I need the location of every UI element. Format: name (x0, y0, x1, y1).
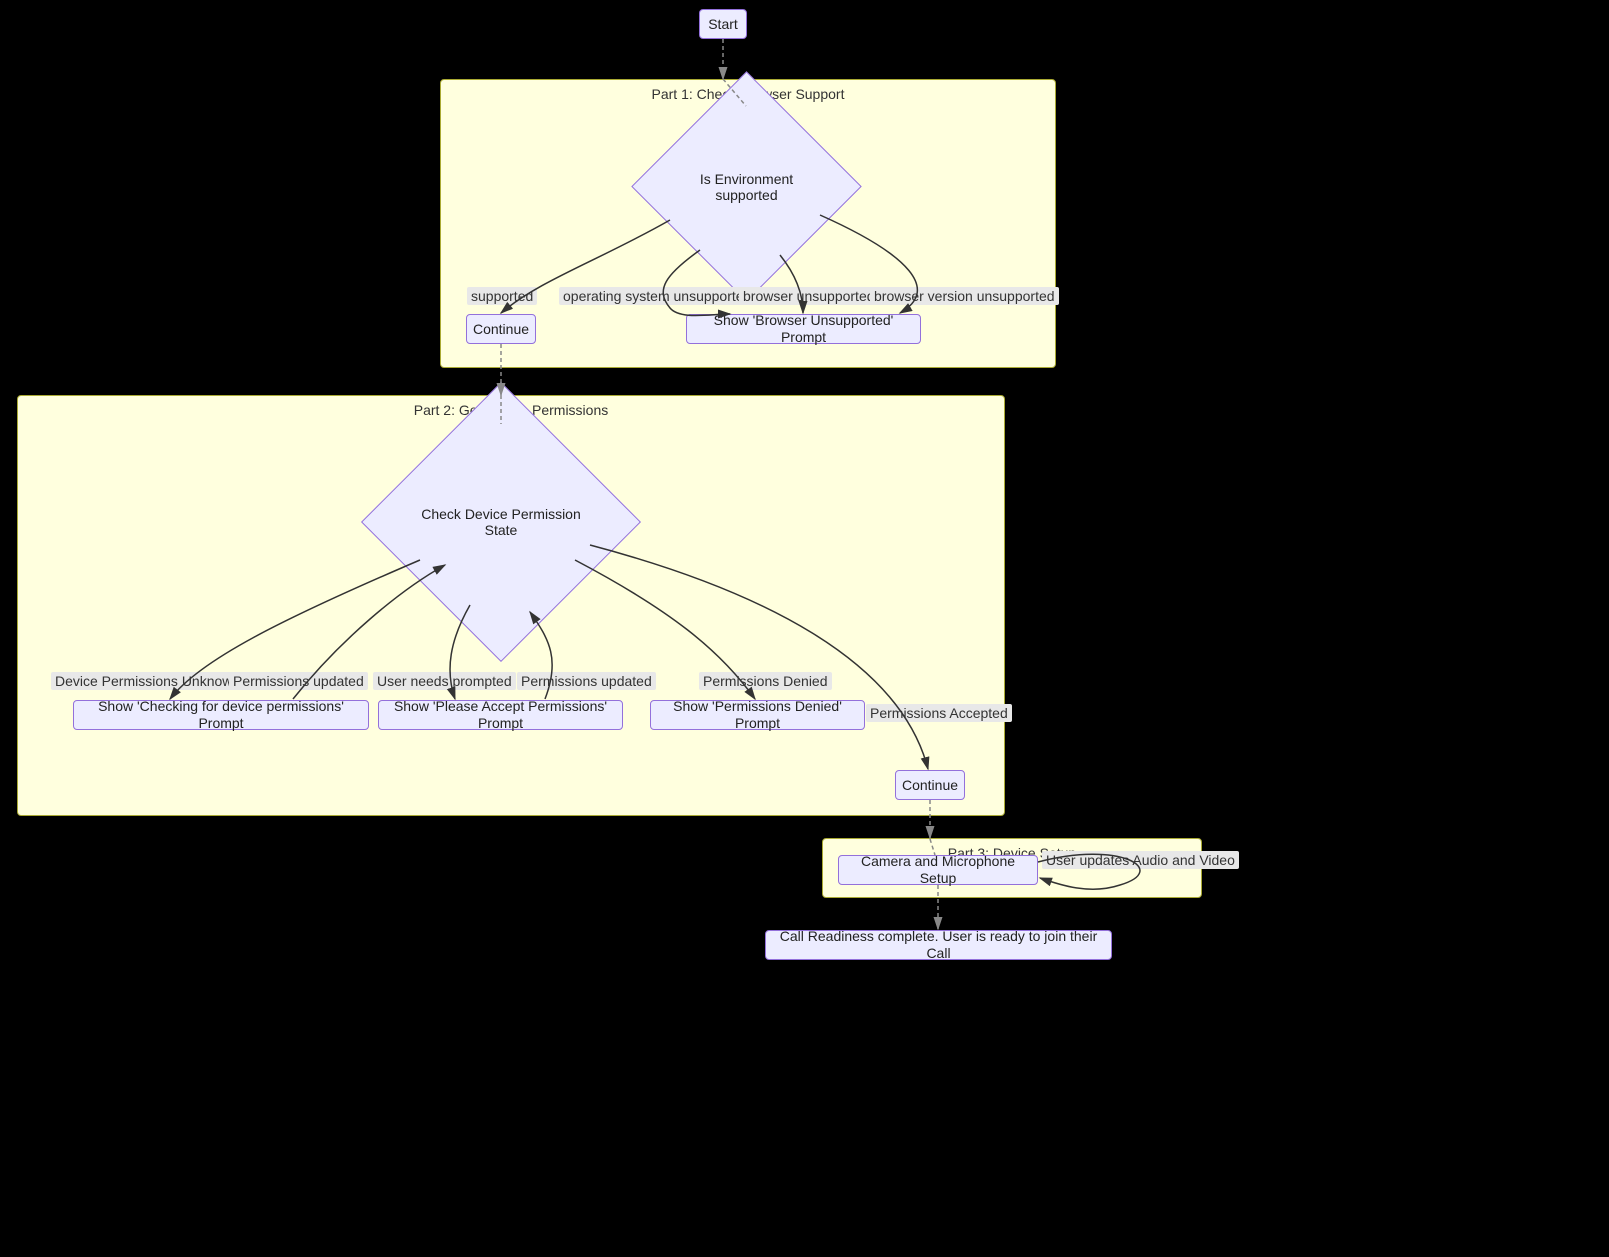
edge-label-browser-unsupported: browser unsupported (739, 287, 879, 305)
node-start: Start (699, 9, 747, 39)
node-denied-prompt: Show 'Permissions Denied' Prompt (650, 700, 865, 730)
edge-label-needs-prompted: User needs prompted (373, 672, 516, 690)
node-env-supported: Is Environment supported (665, 105, 828, 268)
node-accept-perms-prompt: Show 'Please Accept Permissions' Prompt (378, 700, 623, 730)
edge-label-supported: supported (467, 287, 537, 305)
node-check-device-perm-label: Check Device Permission State (402, 423, 600, 621)
node-continue-1: Continue (466, 314, 536, 344)
edge-label-perms-unknown: Device Permissions Unknown (51, 672, 244, 690)
edge-label-os-unsupported: operating system unsupported (559, 287, 755, 305)
edge-label-perms-accepted: Permissions Accepted (866, 704, 1012, 722)
node-continue-2: Continue (895, 770, 965, 800)
edge-label-perms-updated-2: Permissions updated (517, 672, 656, 690)
node-checking-perms-prompt: Show 'Checking for device permissions' P… (73, 700, 369, 730)
node-env-supported-label: Is Environment supported (665, 105, 828, 268)
edge-label-perms-updated-1: Permissions updated (229, 672, 368, 690)
node-check-device-perm: Check Device Permission State (402, 423, 600, 621)
node-browser-unsupported-prompt: Show 'Browser Unsupported' Prompt (686, 314, 921, 344)
edge-label-browser-version-unsupported: browser version unsupported (870, 287, 1059, 305)
node-camera-mic-setup: Camera and Microphone Setup (838, 855, 1038, 885)
edge-label-perms-denied: Permissions Denied (699, 672, 832, 690)
edge-label-user-updates-av: User updates Audio and Video (1042, 851, 1239, 869)
node-final: Call Readiness complete. User is ready t… (765, 930, 1112, 960)
